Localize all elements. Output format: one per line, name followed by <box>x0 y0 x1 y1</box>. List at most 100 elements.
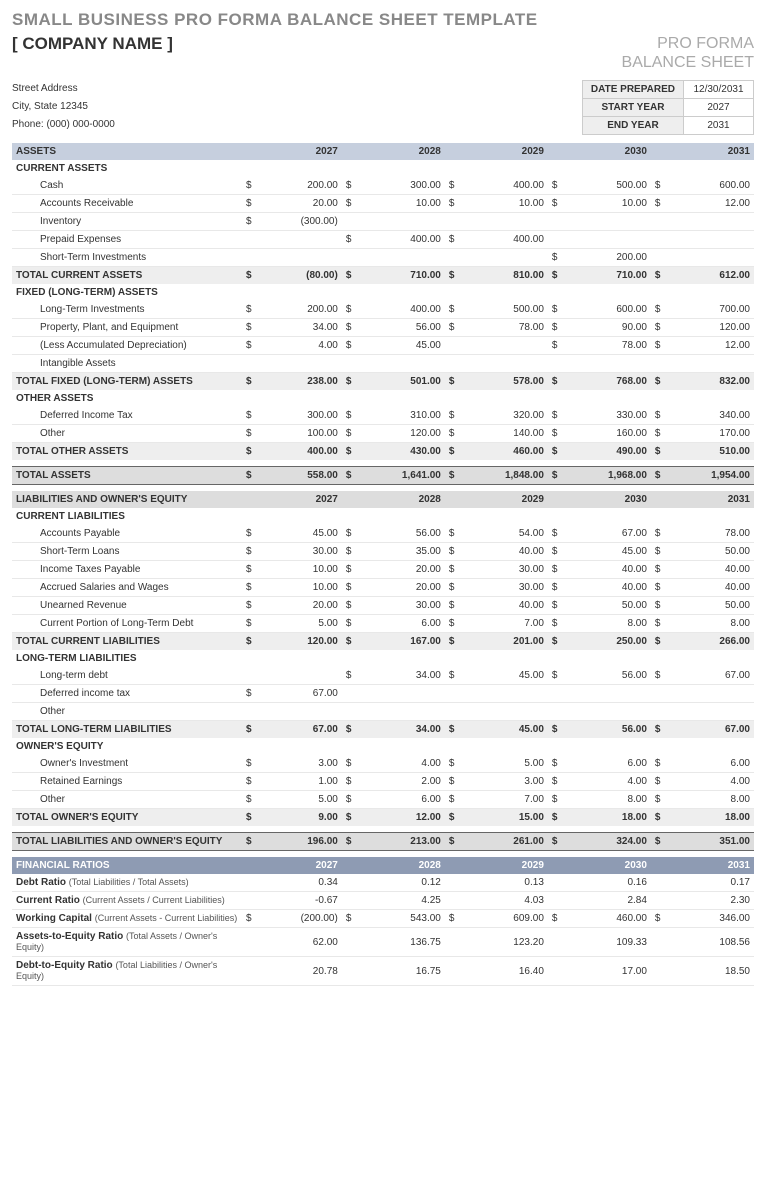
currency-symbol: $ <box>342 319 356 337</box>
line-value: 1.00 <box>256 773 342 791</box>
line-value: 1,968.00 <box>562 467 651 485</box>
currency-symbol: $ <box>445 195 459 213</box>
line-value <box>665 249 754 267</box>
line-value <box>665 213 754 231</box>
line-label: TOTAL LONG-TERM LIABILITIES <box>12 721 242 739</box>
currency-symbol: $ <box>242 615 256 633</box>
line-value: 6.00 <box>356 791 445 809</box>
line-value: 8.00 <box>665 791 754 809</box>
line-value: 45.00 <box>459 721 548 739</box>
currency-symbol: $ <box>445 301 459 319</box>
currency-symbol: $ <box>445 543 459 561</box>
line-value: 501.00 <box>356 373 445 391</box>
line-value: 238.00 <box>256 373 342 391</box>
currency-symbol: $ <box>548 755 562 773</box>
line-value: 50.00 <box>665 543 754 561</box>
currency-symbol: $ <box>548 267 562 285</box>
line-label: Long-Term Investments <box>12 301 242 319</box>
currency-symbol: $ <box>242 633 256 651</box>
currency-symbol <box>548 213 562 231</box>
currency-symbol: $ <box>548 337 562 355</box>
currency-symbol: $ <box>342 579 356 597</box>
line-value: 67.00 <box>665 721 754 739</box>
group-header: OWNER'S EQUITY <box>12 738 754 755</box>
line-value: 3.00 <box>459 773 548 791</box>
line-value: 20.00 <box>256 195 342 213</box>
currency-symbol: $ <box>651 833 665 851</box>
line-value: 40.00 <box>459 597 548 615</box>
currency-symbol: $ <box>342 597 356 615</box>
line-value: 400.00 <box>256 443 342 461</box>
line-value: 460.00 <box>459 443 548 461</box>
currency-symbol: $ <box>242 301 256 319</box>
line-value: 20.00 <box>256 597 342 615</box>
group-header: CURRENT LIABILITIES <box>12 508 754 525</box>
currency-symbol <box>548 355 562 373</box>
currency-symbol <box>651 231 665 249</box>
line-value: 578.00 <box>459 373 548 391</box>
company-name: [ COMPANY NAME ] <box>12 34 173 54</box>
ratio-label: Working Capital (Current Assets - Curren… <box>12 910 242 928</box>
currency-symbol: $ <box>342 443 356 461</box>
line-value <box>562 231 651 249</box>
date-prepared-label: DATE PREPARED <box>582 81 683 99</box>
section-header: ASSETS <box>12 143 242 160</box>
line-value: 120.00 <box>665 319 754 337</box>
year-header: 2027 <box>256 491 342 508</box>
currency-symbol: $ <box>548 773 562 791</box>
currency-symbol: $ <box>651 319 665 337</box>
currency-symbol: $ <box>445 525 459 543</box>
line-value: 6.00 <box>665 755 754 773</box>
currency-symbol: $ <box>548 525 562 543</box>
currency-symbol: $ <box>548 667 562 685</box>
line-value: 3.00 <box>256 755 342 773</box>
ratio-value: 346.00 <box>665 910 754 928</box>
line-value: 196.00 <box>256 833 342 851</box>
currency-symbol: $ <box>548 791 562 809</box>
line-value: 6.00 <box>356 615 445 633</box>
currency-symbol: $ <box>242 467 256 485</box>
line-value: 500.00 <box>562 177 651 195</box>
line-value: 5.00 <box>256 615 342 633</box>
line-value: 120.00 <box>256 633 342 651</box>
line-value: 54.00 <box>459 525 548 543</box>
line-value: 8.00 <box>665 615 754 633</box>
currency-symbol: $ <box>445 319 459 337</box>
line-value <box>562 703 651 721</box>
currency-symbol: $ <box>651 791 665 809</box>
currency-symbol: $ <box>445 791 459 809</box>
ratio-value: 0.12 <box>356 874 445 892</box>
currency-symbol: $ <box>342 755 356 773</box>
currency-symbol: $ <box>242 597 256 615</box>
line-value <box>459 355 548 373</box>
currency-symbol: $ <box>651 177 665 195</box>
line-value: 15.00 <box>459 809 548 827</box>
ratio-value: 16.75 <box>356 957 445 986</box>
ratio-label: Debt Ratio (Total Liabilities / Total As… <box>12 874 242 892</box>
ratio-value: 62.00 <box>256 928 342 957</box>
currency-symbol: $ <box>651 561 665 579</box>
line-value: 4.00 <box>356 755 445 773</box>
ratio-value: 18.50 <box>665 957 754 986</box>
currency-symbol: $ <box>242 525 256 543</box>
line-label: Accounts Receivable <box>12 195 242 213</box>
group-header: LONG-TERM LIABILITIES <box>12 650 754 667</box>
currency-symbol: $ <box>445 597 459 615</box>
currency-symbol <box>242 231 256 249</box>
line-value: 35.00 <box>356 543 445 561</box>
currency-symbol: $ <box>242 685 256 703</box>
currency-symbol: $ <box>242 213 256 231</box>
currency-symbol: $ <box>548 301 562 319</box>
currency-symbol <box>342 355 356 373</box>
currency-symbol: $ <box>651 633 665 651</box>
currency-symbol: $ <box>548 195 562 213</box>
ratio-value: 20.78 <box>256 957 342 986</box>
line-value: 10.00 <box>356 195 445 213</box>
ratio-label: Current Ratio (Current Assets / Current … <box>12 892 242 910</box>
currency-symbol: $ <box>242 809 256 827</box>
currency-symbol <box>651 249 665 267</box>
currency-symbol <box>445 249 459 267</box>
currency-symbol: $ <box>651 579 665 597</box>
line-value: 90.00 <box>562 319 651 337</box>
currency-symbol: $ <box>242 579 256 597</box>
